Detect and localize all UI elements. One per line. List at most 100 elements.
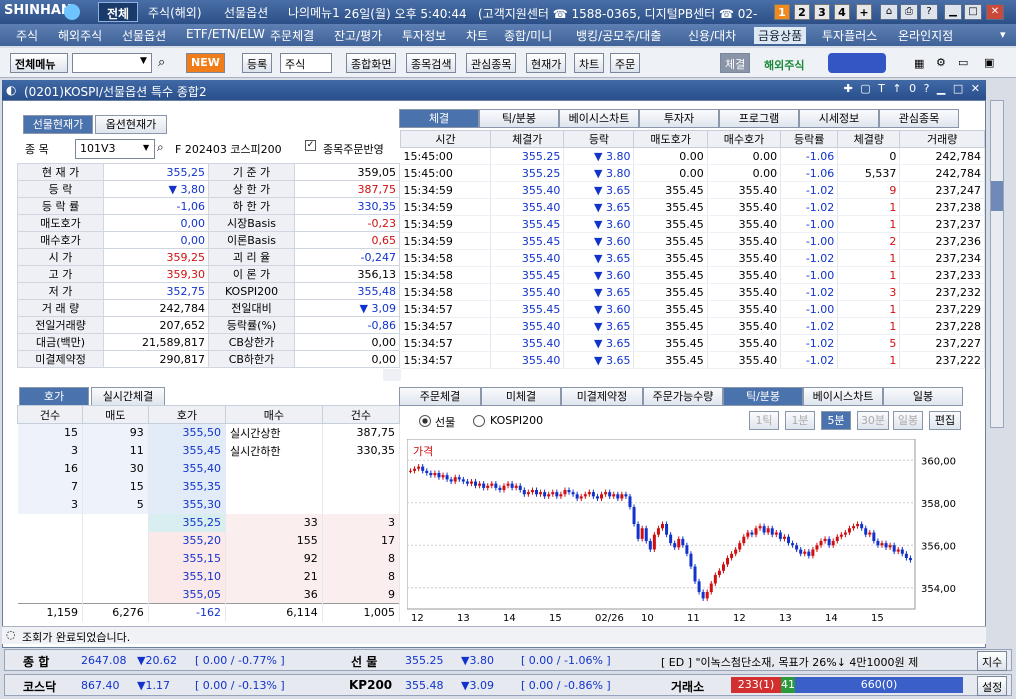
screen-2-button[interactable]: 2: [794, 4, 810, 20]
tab-right-1[interactable]: 틱/분봉: [479, 109, 559, 128]
hoga-price[interactable]: 355,10: [148, 567, 226, 586]
tab-right-5[interactable]: 시세정보: [799, 109, 879, 128]
screen-4-button[interactable]: 4: [834, 4, 850, 20]
trade-header-cell: 등락: [563, 130, 635, 148]
order-button[interactable]: 주문: [610, 53, 641, 73]
tab-right-0[interactable]: 체결: [399, 109, 479, 128]
chart-1min-button[interactable]: 1분: [785, 411, 815, 430]
menu-banking[interactable]: 뱅킹/공모주/대출: [576, 27, 661, 44]
tab-chart-5[interactable]: 베이시스차트: [803, 387, 883, 406]
menu-stock[interactable]: 주식: [16, 27, 38, 44]
print-icon[interactable]: ⎙: [900, 4, 918, 20]
lock-icon[interactable]: ⌂: [880, 4, 898, 20]
candle-body: [656, 528, 660, 535]
menu-chart[interactable]: 차트: [466, 27, 488, 44]
quote-value: 290,817: [103, 350, 209, 368]
tv-logo-icon[interactable]: [828, 53, 886, 73]
tab-overseas-stock[interactable]: 주식(해외): [140, 2, 210, 22]
tab-chart-6[interactable]: 일봉: [883, 387, 963, 406]
tab-right-2[interactable]: 베이시스차트: [559, 109, 639, 128]
screen-3-button[interactable]: 3: [814, 4, 830, 20]
menu-credit[interactable]: 신용/대차: [688, 27, 736, 44]
tab-right-4[interactable]: 프로그램: [719, 109, 799, 128]
tab-chart-1[interactable]: 미체결: [481, 387, 561, 406]
scrollbar-thumb[interactable]: [991, 181, 1003, 211]
tab-my-menu[interactable]: 나의메뉴1: [280, 2, 348, 22]
hoga-price[interactable]: 355,05: [148, 585, 226, 604]
tab-chart-0[interactable]: 주문체결: [399, 387, 481, 406]
tab-right-3[interactable]: 투자자: [639, 109, 719, 128]
hoga-price[interactable]: 355,45: [148, 441, 226, 460]
new-button[interactable]: NEW: [186, 53, 225, 73]
stock-select[interactable]: 주식: [280, 53, 332, 73]
radio-kospi200[interactable]: [473, 415, 485, 427]
tab-all[interactable]: 전체: [98, 2, 139, 22]
hoga-price[interactable]: 355,50: [148, 423, 226, 442]
price-button[interactable]: 현재가: [526, 53, 567, 73]
trade-button[interactable]: 체결: [720, 53, 751, 73]
add-screen-icon[interactable]: +: [856, 4, 872, 20]
screen-1-button[interactable]: 1: [774, 4, 790, 20]
all-menu-button[interactable]: 전체메뉴: [10, 53, 68, 73]
tab-chart-3[interactable]: 주문가능수량: [643, 387, 723, 406]
menu-mini[interactable]: 종합/미니: [504, 27, 552, 44]
tab-futures-price[interactable]: 선물현재가: [23, 115, 93, 134]
menu-dropdown-icon[interactable]: ▾: [1000, 28, 1006, 41]
candle-body: [856, 524, 860, 527]
close-icon[interactable]: ✕: [986, 4, 1004, 20]
hoga-price[interactable]: 355,20: [148, 531, 226, 550]
overseas-stock-link[interactable]: 해외주식: [764, 57, 804, 73]
chart-5min-button[interactable]: 5분: [821, 411, 851, 430]
hoga-price[interactable]: 355,30: [148, 495, 226, 514]
stock-search-button[interactable]: 종목검색: [406, 53, 457, 73]
chart-30min-button[interactable]: 30분: [857, 411, 889, 430]
menu-etf[interactable]: ETF/ETN/ELW: [186, 27, 265, 41]
tab-chart-2[interactable]: 미결제약정: [561, 387, 643, 406]
hoga-price[interactable]: 355,25: [148, 513, 226, 532]
trade-row: 15:34:59 355.40 ▼ 3.65 355.45 355.40 -1.02 1 23…: [400, 198, 985, 216]
watchlist-button[interactable]: 관심종목: [466, 53, 517, 73]
minimize-icon[interactable]: ▁: [944, 4, 962, 20]
help-icon[interactable]: ?: [920, 4, 938, 20]
tab-right-6[interactable]: 관심종목: [879, 109, 959, 128]
maximize-icon[interactable]: □: [964, 4, 982, 20]
index-button[interactable]: 지수: [977, 651, 1008, 671]
hoga-price[interactable]: 355,15: [148, 549, 226, 568]
order-sync-checkbox[interactable]: ✓: [305, 140, 316, 151]
menu-financial[interactable]: 금융상품: [754, 27, 807, 44]
register-button[interactable]: 등록: [242, 53, 273, 73]
chart-1tick-button[interactable]: 1틱: [749, 411, 779, 430]
candle-chart[interactable]: 360,00 358,00 356,00 354,00 가격 12 13 14 15 02/26 1…: [407, 439, 969, 623]
code-search-icon[interactable]: ⌕: [157, 140, 164, 155]
chart-edit-button[interactable]: 편집: [929, 411, 961, 430]
grid-icon[interactable]: ▦: [914, 57, 924, 70]
overview-button[interactable]: 종합화면: [346, 53, 397, 73]
gear-icon[interactable]: ⚙: [936, 56, 946, 69]
lock-small-icon[interactable]: ▣: [984, 56, 994, 69]
menu-overseas-stock[interactable]: 해외주식: [58, 27, 102, 44]
radio-futures[interactable]: [419, 415, 431, 427]
monitor-icon[interactable]: ▭: [958, 56, 968, 69]
menu-futures-options[interactable]: 선물옵션: [122, 27, 166, 44]
hoga-price[interactable]: 355,40: [148, 459, 226, 478]
tab-hoga[interactable]: 호가: [19, 387, 89, 406]
tab-realtime-trades[interactable]: 실시간체결: [91, 387, 165, 406]
window-controls[interactable]: ✚ ▢ T ↑ 0 ? ▁ □ ✕: [844, 82, 982, 95]
search-icon[interactable]: ⌕: [158, 55, 165, 70]
menu-online[interactable]: 온라인지점: [898, 27, 953, 44]
vertical-scrollbar[interactable]: [990, 100, 1004, 428]
settings-button[interactable]: 설정: [977, 676, 1008, 696]
chart-daily-button[interactable]: 일봉: [893, 411, 923, 430]
code-dropdown-icon[interactable]: ▼: [143, 143, 149, 152]
menu-order[interactable]: 주문체결: [270, 27, 314, 44]
chart-button[interactable]: 차트: [574, 53, 605, 73]
news-ticker[interactable]: [ ED ] "이녹스첨단소재, 목표가 26%↓ 4만1000원 제: [661, 654, 963, 670]
tab-futures-options[interactable]: 선물옵션: [216, 2, 276, 22]
menu-balance[interactable]: 잔고/평가: [334, 27, 382, 44]
menu-info[interactable]: 투자정보: [402, 27, 446, 44]
chevron-down-icon[interactable]: ▼: [140, 56, 147, 66]
tab-chart-4[interactable]: 틱/분봉: [723, 387, 803, 406]
tab-options-price[interactable]: 옵션현재가: [95, 115, 167, 134]
hoga-price[interactable]: 355,35: [148, 477, 226, 496]
menu-plus[interactable]: 투자플러스: [822, 27, 877, 44]
